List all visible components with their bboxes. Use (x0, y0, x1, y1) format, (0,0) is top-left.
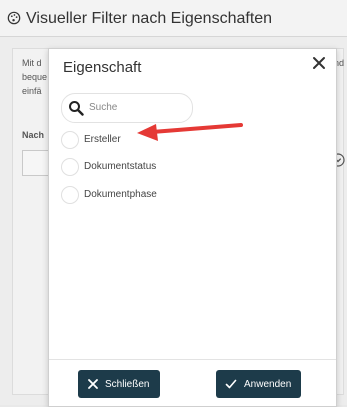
radio-button[interactable] (61, 186, 79, 204)
close-icon[interactable] (309, 53, 329, 73)
option-dokumentphase[interactable]: Dokumentphase (61, 186, 261, 206)
search-input[interactable]: Suche (61, 93, 193, 123)
search-icon (69, 101, 84, 116)
page-title: Visueller Filter nach Eigenschaften (26, 10, 273, 27)
page-text-fragment: einfä (22, 86, 42, 96)
search-placeholder: Suche (89, 102, 118, 113)
checkmark-icon (225, 379, 237, 389)
option-label: Dokumentstatus (84, 161, 157, 172)
option-label: Ersteller (84, 134, 121, 145)
option-dokumentstatus[interactable]: Dokumentstatus (61, 158, 261, 178)
page-text-fragment: Mit d (22, 58, 42, 68)
radio-button[interactable] (61, 131, 79, 149)
option-label: Dokumentphase (84, 189, 157, 200)
apply-button-label: Anwenden (244, 379, 292, 390)
page-field-label: Nach (22, 130, 45, 140)
apply-button[interactable]: Anwenden (216, 370, 301, 398)
property-dialog: Eigenschaft Suche Ersteller Dokumentstat… (48, 48, 337, 407)
radio-button[interactable] (61, 158, 79, 176)
dialog-title: Eigenschaft (63, 59, 142, 76)
page-text-fragment: beque (22, 72, 48, 82)
close-icon (88, 379, 98, 389)
option-ersteller[interactable]: Ersteller (61, 131, 261, 151)
palette-icon (7, 11, 21, 25)
page-header: Visueller Filter nach Eigenschaften (0, 0, 347, 37)
close-button-label: Schließen (105, 379, 150, 390)
dialog-footer: Schließen Anwenden (49, 359, 336, 407)
close-button[interactable]: Schließen (78, 370, 160, 398)
